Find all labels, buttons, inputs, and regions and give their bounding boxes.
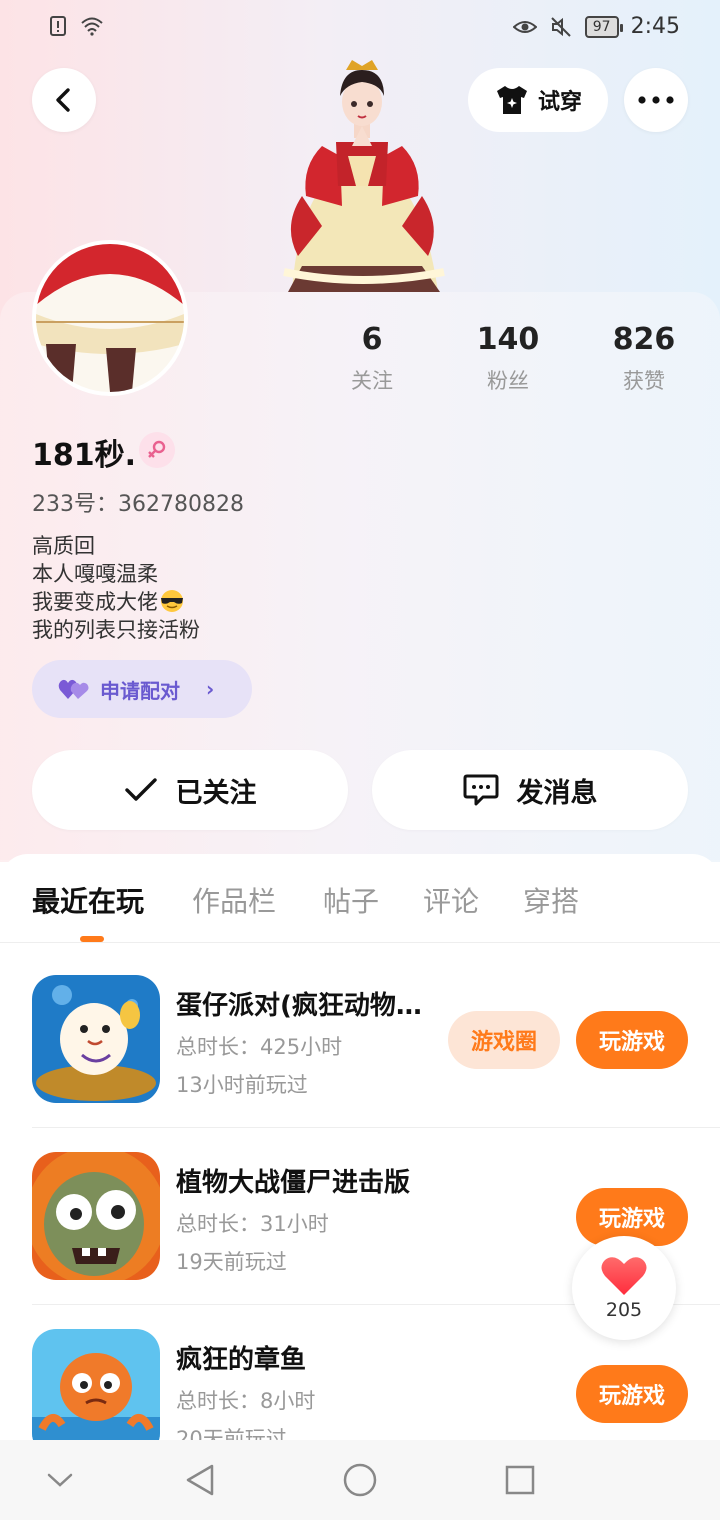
game-title: 蛋仔派对(疯狂动物城联动) <box>176 991 436 1021</box>
nav-home-button[interactable] <box>340 1460 380 1500</box>
mute-icon <box>551 16 571 37</box>
stat-likes-value: 826 <box>612 322 676 357</box>
request-pair-button[interactable]: 申请配对 › <box>32 660 252 718</box>
game-list-item[interactable]: 疯狂的章鱼 总时长：8小时 20天前玩过 玩游戏 <box>0 1329 720 1440</box>
wifi-icon <box>81 17 103 36</box>
tab-posts[interactable]: 帖子 <box>323 880 379 920</box>
bio: 高质回 本人嘎嘎温柔 我要变成大佬 我的列表只接活粉 <box>32 532 200 644</box>
stat-following-label: 关注 <box>351 369 393 393</box>
profile-tabs: 最近在玩 作品栏 帖子 评论 穿搭 <box>0 880 720 940</box>
triangle-back-icon <box>186 1464 214 1496</box>
circle-home-icon <box>343 1463 377 1497</box>
square-recents-icon <box>505 1465 535 1495</box>
tab-outfits[interactable]: 穿搭 <box>523 880 579 920</box>
username: 181秒. <box>32 438 137 473</box>
female-icon <box>139 432 175 468</box>
game-total-time: 总时长：8小时 <box>176 1389 316 1413</box>
chevron-right-icon: › <box>206 677 215 701</box>
game-icon-eggy-party <box>32 975 160 1103</box>
game-title: 植物大战僵尸进击版 <box>176 1168 411 1198</box>
play-game-button[interactable]: 玩游戏 <box>576 1365 688 1423</box>
bio-line: 高质回 <box>32 534 95 558</box>
stat-following-value: 6 <box>361 322 383 357</box>
check-icon <box>124 778 157 801</box>
game-circle-button[interactable]: 游戏圈 <box>448 1011 560 1069</box>
character-figure-image <box>283 60 445 292</box>
game-icon-pvz <box>32 1152 160 1280</box>
game-title: 疯狂的章鱼 <box>176 1345 307 1375</box>
stat-followers[interactable]: 140 粉丝 <box>448 322 568 395</box>
sim-alert-icon <box>50 16 66 36</box>
system-nav-bar <box>0 1440 720 1520</box>
try-on-label: 试穿 <box>537 90 582 115</box>
like-count: 205 <box>605 1299 643 1321</box>
stat-likes[interactable]: 826 获赞 <box>584 322 704 395</box>
status-time: 2:45 <box>630 14 680 39</box>
game-list-item[interactable]: 蛋仔派对(疯狂动物城联动) 总时长：425小时 13小时前玩过 游戏圈 玩游戏 <box>0 975 720 1151</box>
profile-stats: 6 关注 140 粉丝 826 获赞 <box>0 322 720 402</box>
user-id: 233号：362780828 <box>32 492 244 517</box>
chevron-left-icon <box>56 88 70 112</box>
game-last-played: 19天前玩过 <box>176 1250 287 1274</box>
game-last-played: 20天前玩过 <box>176 1427 287 1440</box>
send-message-button[interactable]: 发消息 <box>372 750 688 830</box>
double-heart-icon <box>58 679 89 699</box>
heart-icon <box>601 1257 647 1295</box>
chevron-down-icon <box>47 1473 73 1487</box>
bio-line: 我的列表只接活粉 <box>32 618 200 642</box>
more-dots-icon <box>638 96 674 104</box>
game-icon-octopus <box>32 1329 160 1440</box>
battery-indicator: 97 <box>584 15 623 38</box>
more-button[interactable] <box>624 68 688 132</box>
eye-icon <box>512 20 537 33</box>
tab-works[interactable]: 作品栏 <box>192 880 276 920</box>
nav-hide-button[interactable] <box>40 1460 80 1500</box>
followed-label: 已关注 <box>175 777 257 809</box>
stat-followers-value: 140 <box>476 322 540 357</box>
followed-button[interactable]: 已关注 <box>32 750 348 830</box>
game-total-time: 总时长：31小时 <box>176 1212 329 1236</box>
game-last-played: 13小时前玩过 <box>176 1073 308 1097</box>
stat-likes-label: 获赞 <box>623 369 665 393</box>
status-bar: 97 2:45 <box>0 0 720 56</box>
like-button[interactable]: 205 <box>572 1236 676 1340</box>
send-message-label: 发消息 <box>516 777 598 809</box>
nav-back-button[interactable] <box>180 1460 220 1500</box>
bio-line: 本人嘎嘎温柔 <box>32 562 158 586</box>
play-game-button[interactable]: 玩游戏 <box>576 1011 688 1069</box>
try-on-button[interactable]: 试穿 <box>468 68 608 132</box>
stat-followers-label: 粉丝 <box>487 369 529 393</box>
sunglasses-emoji-icon <box>161 590 183 612</box>
divider <box>32 1127 720 1128</box>
tshirt-icon <box>496 86 527 114</box>
bio-line: 我要变成大佬 <box>32 588 200 616</box>
back-button[interactable] <box>32 68 96 132</box>
divider <box>0 942 720 943</box>
tab-recent-play[interactable]: 最近在玩 <box>32 880 144 920</box>
game-total-time: 总时长：425小时 <box>176 1035 343 1059</box>
stat-following[interactable]: 6 关注 <box>312 322 432 395</box>
chat-bubble-icon <box>463 774 498 806</box>
nav-recents-button[interactable] <box>500 1460 540 1500</box>
tab-comments[interactable]: 评论 <box>423 880 479 920</box>
request-pair-label: 申请配对 <box>100 678 180 703</box>
